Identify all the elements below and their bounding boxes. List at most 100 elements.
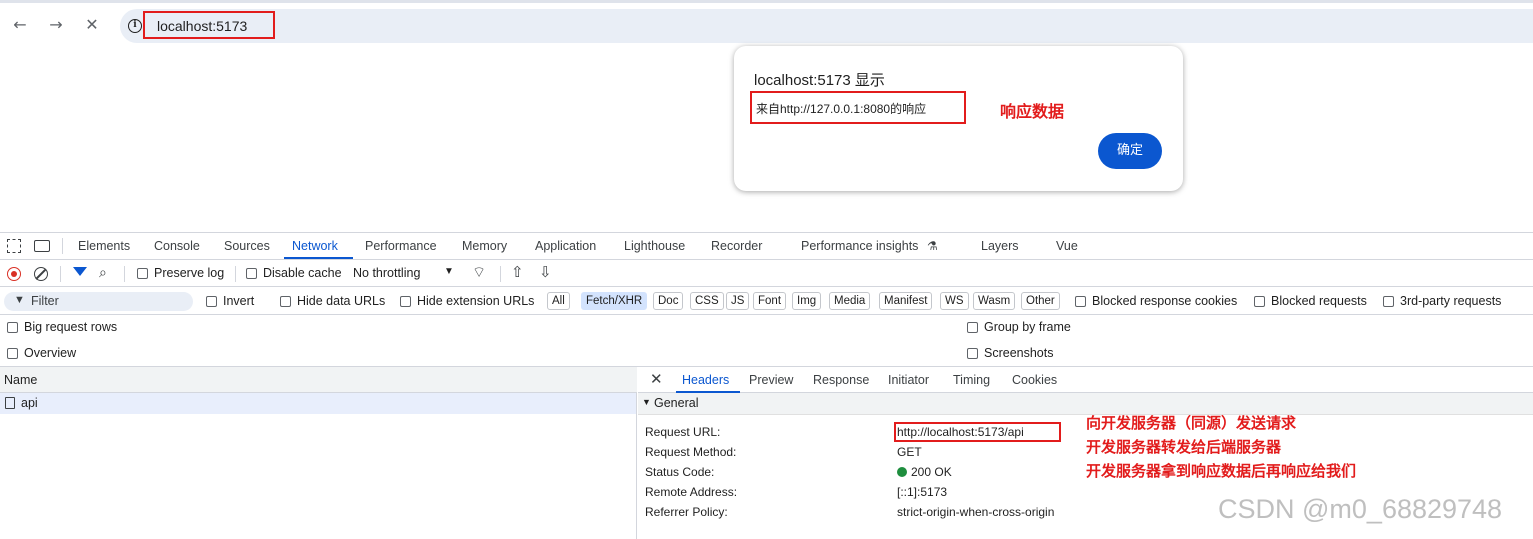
response-data-annotation: 响应数据	[1000, 102, 1065, 121]
browser-toolbar: ← → ✕ i localhost:5173	[0, 3, 1533, 48]
chip-media[interactable]: Media	[829, 292, 871, 310]
divider	[235, 266, 236, 282]
chip-css[interactable]: CSS	[690, 292, 724, 310]
preserve-log-checkbox[interactable]	[137, 268, 148, 279]
big-request-rows-checkbox[interactable]	[7, 322, 18, 333]
filter-bar: ▼ Filter Invert Hide data URLs Hide exte…	[0, 287, 1533, 315]
chip-doc[interactable]: Doc	[653, 292, 684, 310]
tab-sources[interactable]: Sources	[224, 239, 270, 253]
tab-preview[interactable]: Preview	[749, 373, 793, 387]
chip-wasm[interactable]: Wasm	[973, 292, 1016, 310]
tab-timing[interactable]: Timing	[953, 373, 990, 387]
stop-loading-icon[interactable]: ✕	[82, 15, 102, 35]
chip-img[interactable]: Img	[792, 292, 822, 310]
divider	[62, 238, 63, 254]
tab-headers[interactable]: Headers	[682, 373, 729, 387]
close-icon[interactable]: ✕	[650, 370, 663, 388]
devtools-tabbar: Elements Console Sources Network Perform…	[0, 233, 1533, 260]
network-conditions-icon[interactable]: ⌔	[472, 263, 486, 282]
chip-all[interactable]: All	[547, 292, 570, 310]
overview-checkbox[interactable]	[7, 348, 18, 359]
device-toolbar-icon[interactable]	[34, 240, 50, 252]
chip-fetch-xhr[interactable]: Fetch/XHR	[581, 292, 648, 310]
chip-ws[interactable]: WS	[940, 292, 969, 310]
filter-input[interactable]: ▼ Filter	[4, 292, 193, 311]
name-column-header[interactable]: Name	[0, 367, 637, 393]
big-request-rows-label: Big request rows	[24, 320, 118, 334]
chip-other[interactable]: Other	[1021, 292, 1060, 310]
tab-performance-insights[interactable]: Performance insights	[801, 239, 918, 253]
invert-label: Invert	[223, 294, 255, 308]
back-arrow-icon[interactable]: ←	[10, 15, 30, 35]
third-party-requests-checkbox[interactable]	[1383, 296, 1394, 307]
site-info-icon[interactable]: i	[128, 19, 142, 33]
tab-elements[interactable]: Elements	[78, 239, 130, 253]
tab-performance[interactable]: Performance	[365, 239, 437, 253]
tab-network[interactable]: Network	[292, 239, 338, 253]
watermark: CSDN @m0_68829748	[1218, 494, 1503, 524]
request-method-value: GET	[897, 445, 922, 459]
tab-application[interactable]: Application	[535, 239, 596, 253]
tab-initiator[interactable]: Initiator	[888, 373, 929, 387]
divider	[60, 266, 61, 282]
tab-memory[interactable]: Memory	[462, 239, 507, 253]
url-highlight-box: localhost:5173	[143, 11, 275, 39]
dialog-message-highlight: 来自http://127.0.0.1:8080的响应	[750, 91, 966, 124]
record-icon[interactable]	[7, 267, 21, 281]
document-icon	[5, 397, 15, 409]
disable-cache-label: Disable cache	[263, 266, 342, 280]
screenshots-checkbox[interactable]	[967, 348, 978, 359]
remote-address-value: [::1]:5173	[897, 485, 948, 499]
ok-button[interactable]: 确定	[1098, 133, 1162, 169]
group-by-frame-label: Group by frame	[984, 320, 1071, 334]
invert-checkbox[interactable]	[206, 296, 217, 307]
import-har-icon[interactable]: ⇧	[511, 263, 524, 281]
tab-cookies[interactable]: Cookies	[1012, 373, 1057, 387]
tab-console[interactable]: Console	[154, 239, 200, 253]
address-bar[interactable]: i localhost:5173	[120, 9, 1533, 43]
referrer-policy-key: Referrer Policy:	[645, 505, 728, 519]
inspect-element-icon[interactable]	[7, 239, 21, 253]
hide-extension-urls-checkbox[interactable]	[400, 296, 411, 307]
tab-layers[interactable]: Layers	[981, 239, 1019, 253]
chevron-down-icon[interactable]: ▼	[444, 266, 454, 277]
request-url-highlight	[894, 422, 1061, 442]
search-icon[interactable]: ⌕	[99, 265, 107, 281]
disable-cache-checkbox[interactable]	[246, 268, 257, 279]
blocked-requests-checkbox[interactable]	[1254, 296, 1265, 307]
detail-tabbar: ✕ Headers Preview Response Initiator Tim…	[638, 367, 1533, 393]
annotation-line: 向开发服务器（同源）发送请求	[1086, 414, 1297, 432]
status-code-text: 200 OK	[911, 465, 952, 479]
chip-font[interactable]: Font	[753, 292, 787, 310]
clear-icon[interactable]	[34, 267, 48, 281]
throttling-select[interactable]: No throttling	[353, 266, 420, 280]
table-row[interactable]: api	[0, 393, 636, 414]
blocked-response-cookies-checkbox[interactable]	[1075, 296, 1086, 307]
filter-icon[interactable]	[73, 267, 87, 276]
expand-triangle-icon: ▼	[642, 397, 651, 407]
request-list: Name api	[0, 367, 637, 539]
remote-address-key: Remote Address:	[645, 485, 738, 499]
group-by-frame-checkbox[interactable]	[967, 322, 978, 333]
dialog-title: localhost:5173 显示	[754, 72, 885, 89]
funnel-icon: ▼	[14, 294, 25, 306]
request-name: api	[21, 396, 38, 410]
address-url[interactable]: localhost:5173	[157, 18, 247, 34]
status-code-key: Status Code:	[645, 465, 715, 479]
proxy-annotation: 向开发服务器（同源）发送请求 开发服务器转发给后端服务器 开发服务器拿到响应数据…	[1086, 411, 1356, 483]
chip-js[interactable]: JS	[726, 292, 750, 310]
tab-recorder[interactable]: Recorder	[711, 239, 762, 253]
name-header-label: Name	[4, 373, 38, 387]
hide-extension-urls-label: Hide extension URLs	[417, 294, 535, 308]
tab-vue[interactable]: Vue	[1056, 239, 1078, 253]
blocked-response-cookies-label: Blocked response cookies	[1092, 294, 1238, 308]
chip-manifest[interactable]: Manifest	[879, 292, 933, 310]
tab-response[interactable]: Response	[813, 373, 869, 387]
network-options: Big request rows Overview Group by frame…	[0, 315, 1533, 367]
export-har-icon[interactable]: ⇩	[539, 263, 552, 281]
hide-data-urls-checkbox[interactable]	[280, 296, 291, 307]
screenshots-label: Screenshots	[984, 346, 1054, 360]
blocked-requests-label: Blocked requests	[1271, 294, 1367, 308]
tab-lighthouse[interactable]: Lighthouse	[624, 239, 685, 253]
forward-arrow-icon[interactable]: →	[46, 15, 66, 35]
